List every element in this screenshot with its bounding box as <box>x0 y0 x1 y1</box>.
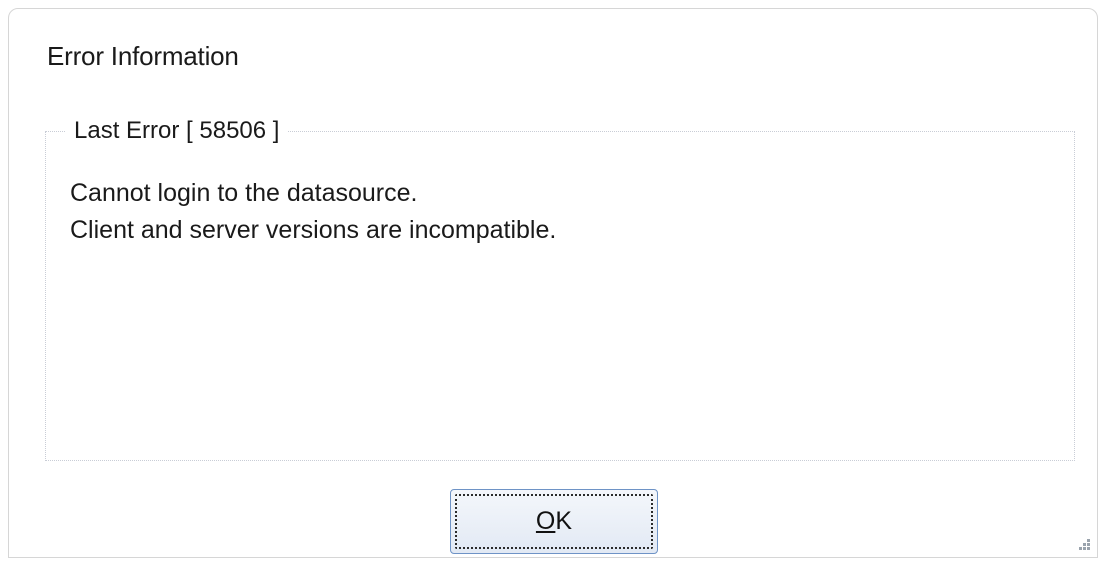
ok-mnemonic: O <box>535 507 556 535</box>
group-label: Last Error [ 58506 ] <box>66 117 288 145</box>
ok-button[interactable]: OK <box>450 489 658 554</box>
error-message-line: Cannot login to the datasource. <box>70 179 418 207</box>
last-error-group: Last Error [ 58506 ] Cannot login to the… <box>45 117 1075 461</box>
error-message: Cannot login to the datasource. Client a… <box>70 175 556 249</box>
resize-grip-icon[interactable] <box>1075 535 1091 551</box>
error-dialog: Error Information Last Error [ 58506 ] C… <box>8 8 1098 558</box>
error-message-line: Client and server versions are incompati… <box>70 216 557 244</box>
ok-label-rest: K <box>555 507 573 535</box>
dialog-title: Error Information <box>47 41 239 71</box>
ok-button-label: OK <box>536 507 572 536</box>
